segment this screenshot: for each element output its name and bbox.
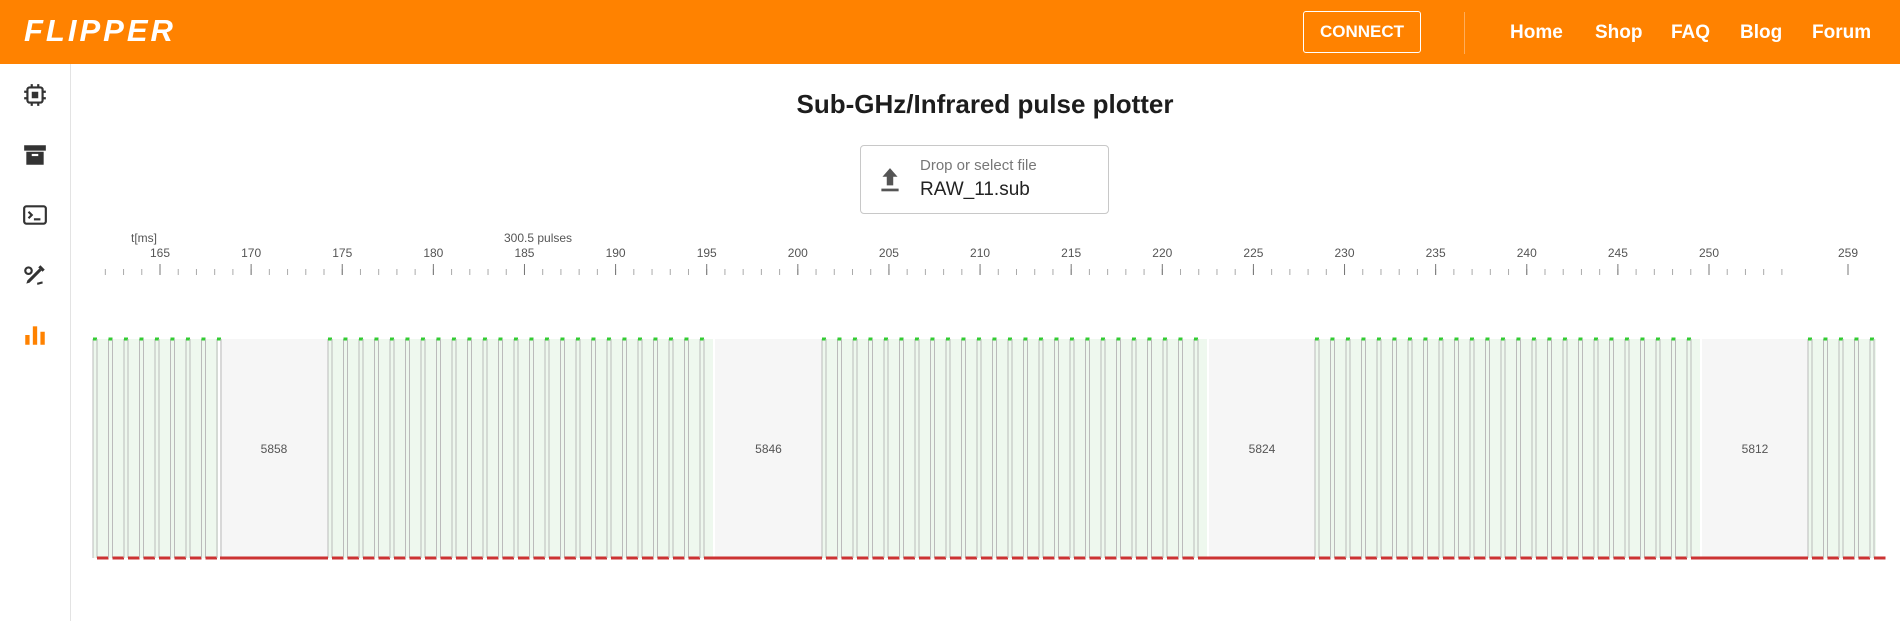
pulse-group-bg <box>1808 339 1876 558</box>
gap-duration-label: 5824 <box>1249 442 1276 456</box>
tick-label: 210 <box>970 246 990 260</box>
tick-label: 205 <box>879 246 899 260</box>
tick-label: 215 <box>1061 246 1081 260</box>
tick-label: 175 <box>332 246 352 260</box>
tick-label: 235 <box>1426 246 1446 260</box>
pulse-count-label: 300.5 pulses <box>504 231 572 245</box>
nav-divider <box>1464 12 1465 54</box>
nav-link-forum[interactable]: Forum <box>1812 21 1871 45</box>
tick-label: 190 <box>606 246 626 260</box>
gap-duration-label: 5858 <box>261 442 288 456</box>
top-bar: FLIPPER CONNECT Home Shop FAQ Blog Forum <box>0 0 1900 64</box>
chip-icon <box>24 84 46 106</box>
nav-link-shop[interactable]: Shop <box>1595 21 1643 45</box>
pulse-group-bg <box>328 339 713 558</box>
file-input-value: RAW_11.sub <box>920 179 1030 200</box>
tick-label: 245 <box>1608 246 1628 260</box>
time-axis-label: t[ms] <box>131 231 157 245</box>
sidebar-item-archive[interactable] <box>16 136 54 174</box>
pulse-group-bg <box>1315 339 1700 558</box>
tick-label: 220 <box>1152 246 1172 260</box>
sidebar-item-device[interactable] <box>16 76 54 114</box>
nav-link-faq[interactable]: FAQ <box>1671 21 1710 45</box>
file-input-placeholder: Drop or select file <box>920 157 1037 174</box>
tick-label: 200 <box>788 246 808 260</box>
tick-label: 180 <box>423 246 443 260</box>
tick-label: 230 <box>1335 246 1355 260</box>
gap-duration-label: 5812 <box>1742 442 1769 456</box>
tick-label: 195 <box>697 246 717 260</box>
upload-icon <box>881 168 899 192</box>
pulse-plot[interactable]: 165 170 175 180 185 190 195 200 205 210 215 220 225 2… <box>0 225 1900 575</box>
tick-label: 250 <box>1699 246 1719 260</box>
nav-link-blog[interactable]: Blog <box>1740 21 1782 45</box>
gap-duration-label: 5846 <box>755 442 782 456</box>
tick-label: 240 <box>1517 246 1537 260</box>
page-title: Sub-GHz/Infrared pulse plotter <box>796 89 1174 119</box>
connect-button[interactable]: CONNECT <box>1303 11 1421 53</box>
archive-icon <box>24 145 46 165</box>
file-drop-zone[interactable]: Drop or select file RAW_11.sub <box>860 145 1109 214</box>
tick-label: 165 <box>150 246 170 260</box>
flipper-logo[interactable]: FLIPPER <box>24 14 176 48</box>
tick-label: 185 <box>514 246 534 260</box>
tick-label: 225 <box>1243 246 1263 260</box>
tick-label: 170 <box>241 246 261 260</box>
tick-label: 259 <box>1838 246 1858 260</box>
nav-link-home[interactable]: Home <box>1510 21 1563 45</box>
pulse-group-bg <box>822 339 1207 558</box>
